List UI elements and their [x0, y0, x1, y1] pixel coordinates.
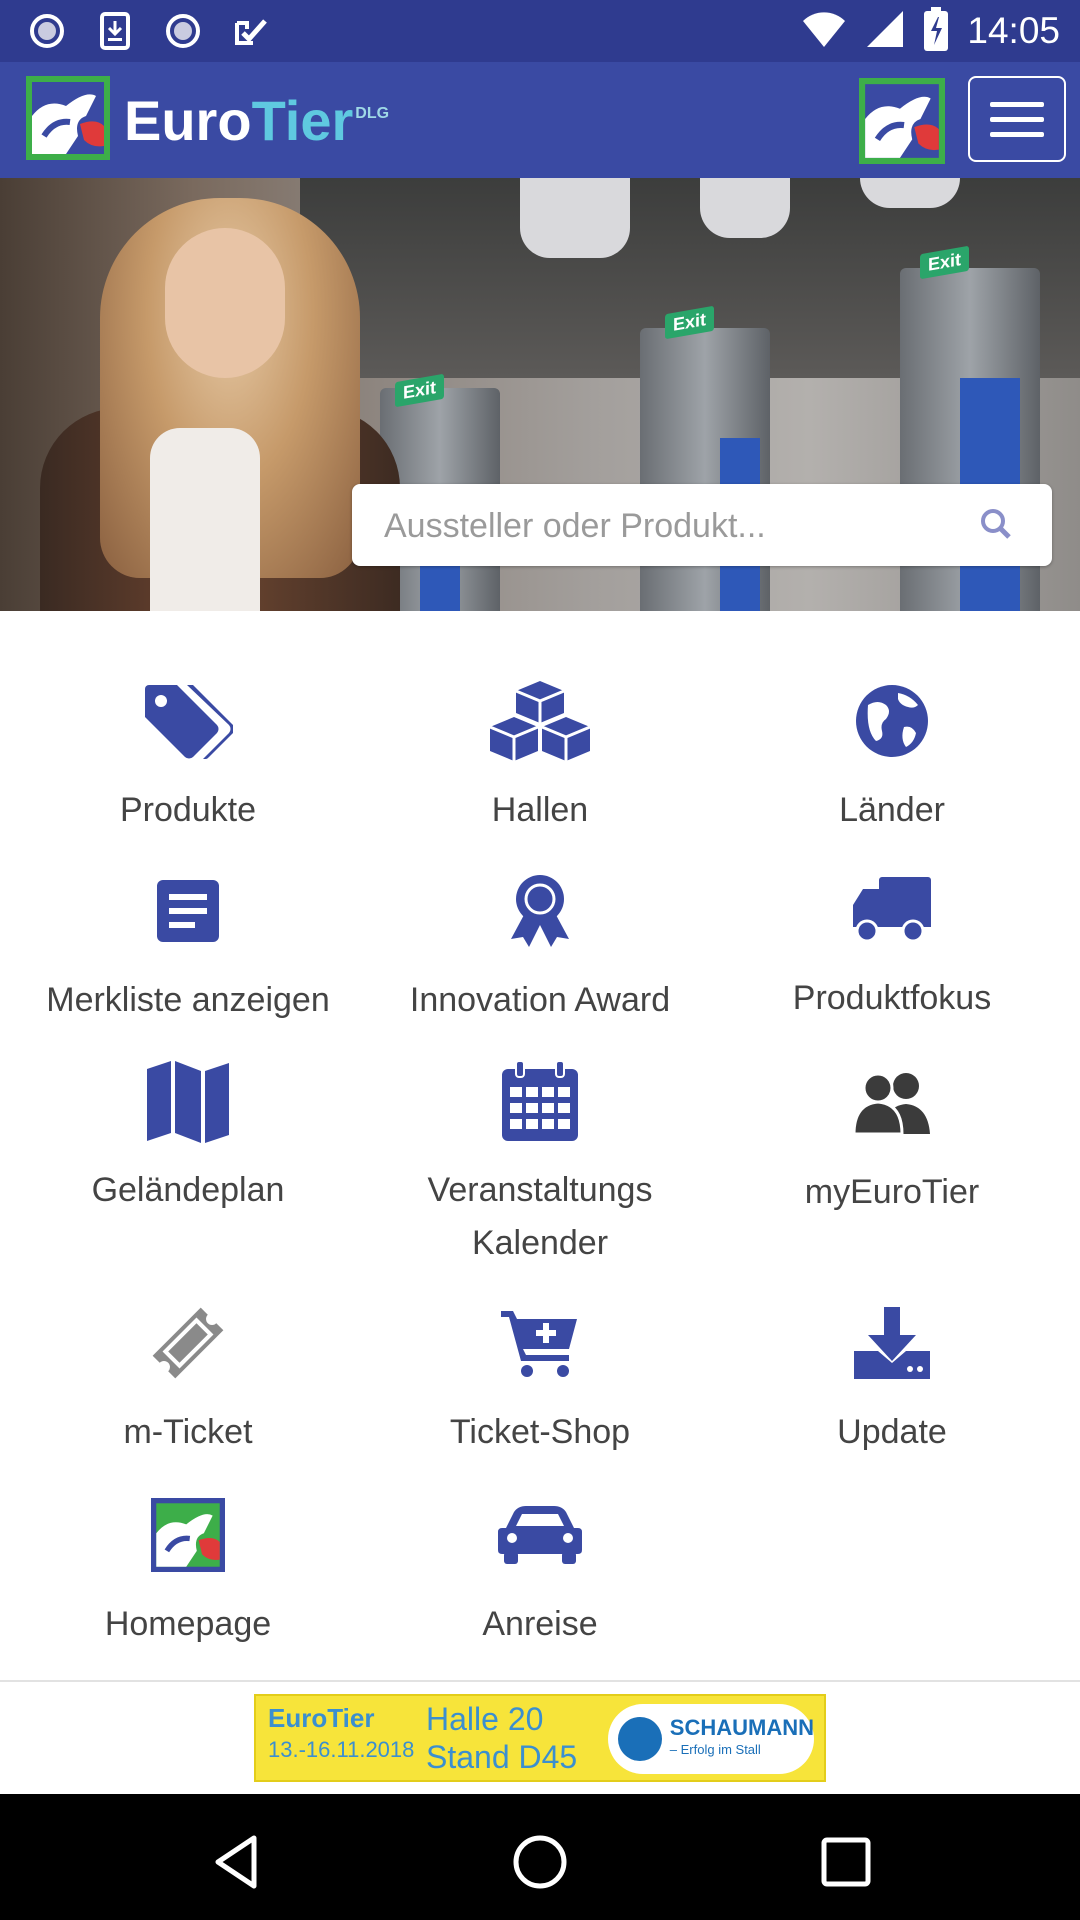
search-bar [352, 484, 1052, 568]
banner-hall: Halle 20 [426, 1701, 544, 1737]
menu-item-label: Produktfokus [792, 979, 992, 1017]
menu-item-produkte[interactable]: Produkte [8, 676, 368, 837]
cart-plus-icon [360, 1298, 720, 1388]
truck-icon [712, 864, 1072, 954]
calendar-icon [360, 1056, 720, 1146]
map-icon [8, 1056, 368, 1146]
clock: 14:05 [967, 10, 1060, 51]
menu-item-label: Innovation Award [409, 981, 671, 1019]
cubes-icon [360, 676, 720, 766]
menu-item-m-ticket[interactable]: m-Ticket [8, 1298, 368, 1459]
menu-item-laender[interactable]: Länder [712, 676, 1072, 837]
divider [0, 1680, 1080, 1682]
menu-item-myeurotier[interactable]: myEuroTier [712, 1058, 1072, 1219]
car-icon [360, 1490, 720, 1580]
menu-item-innovation-award[interactable]: Innovation Award [360, 866, 720, 1027]
menu-item-label: Hallen [491, 791, 589, 829]
record-icon [28, 12, 66, 50]
menu-item-ticket-shop[interactable]: Ticket-Shop [360, 1298, 720, 1459]
dlg-mark: DLG [355, 105, 390, 122]
check-icon [232, 12, 270, 50]
home-icon[interactable] [510, 1832, 570, 1892]
brand[interactable]: EuroTier DLG [26, 76, 389, 165]
search-input[interactable] [382, 484, 946, 568]
record-icon [164, 12, 202, 50]
sponsor-banner[interactable]: EuroTier 13.-16.11.2018 Halle 20 Stand D… [254, 1694, 826, 1782]
menu-item-produktfokus[interactable]: Produktfokus [712, 864, 1072, 1025]
menu-item-anreise[interactable]: Anreise [360, 1490, 720, 1651]
banner-stand: Stand D45 [426, 1739, 578, 1775]
recents-icon[interactable] [816, 1832, 876, 1892]
menu-item-label: Geländeplan [91, 1171, 285, 1209]
menu-bar-icon [990, 101, 1044, 107]
menu-item-veranstaltungs-kalender[interactable]: Veranstaltungs Kalender [360, 1056, 720, 1270]
eurotier-logo-icon [26, 76, 110, 165]
users-icon [712, 1058, 1072, 1148]
menu-item-gelaendeplan[interactable]: Geländeplan [8, 1056, 368, 1217]
ticket-icon [8, 1298, 368, 1388]
menu-item-update[interactable]: Update [712, 1298, 1072, 1459]
menu-item-label: m-Ticket [123, 1413, 253, 1451]
menu-item-label: Ticket-Shop [449, 1413, 631, 1451]
banner-dates: 13.-16.11.2018 [268, 1737, 415, 1762]
tags-icon [8, 676, 368, 766]
wifi-icon [801, 9, 847, 54]
menu-item-label: Veranstaltungs Kalender [427, 1171, 653, 1262]
eurotier-logo-icon[interactable] [858, 78, 946, 169]
menu-item-merkliste[interactable]: Merkliste anzeigen [8, 866, 368, 1027]
sponsor-logo: SCHAUMANN – Erfolg im Stall [608, 1704, 814, 1774]
back-icon[interactable] [206, 1832, 266, 1892]
brand-name: EuroTier DLG [124, 89, 390, 152]
search-icon[interactable] [980, 508, 1014, 542]
signal-icon [865, 9, 905, 54]
menu-item-hallen[interactable]: Hallen [360, 676, 720, 837]
award-icon [360, 866, 720, 956]
sponsor-slogan: – Erfolg im Stall [669, 1742, 761, 1757]
download-icon [712, 1298, 1072, 1388]
download-icon [96, 12, 134, 50]
list-icon [8, 866, 368, 956]
menu-item-label: Update [837, 1413, 947, 1451]
system-navigation-bar [0, 1794, 1080, 1920]
battery-icon [923, 6, 949, 56]
app-header: EuroTier DLG [0, 62, 1080, 178]
eurotier-logo-icon [8, 1490, 368, 1580]
hamburger-menu-button[interactable] [968, 76, 1066, 162]
banner-brand: EuroTier [268, 1703, 375, 1733]
menu-item-label: Anreise [482, 1605, 598, 1643]
menu-item-homepage[interactable]: Homepage [8, 1490, 368, 1651]
menu-item-label: Merkliste anzeigen [46, 981, 330, 1019]
menu-item-label: Länder [839, 791, 945, 829]
sponsor-name: SCHAUMANN [669, 1715, 814, 1740]
menu-bar-icon [990, 131, 1044, 137]
menu-item-label: Homepage [104, 1605, 272, 1643]
menu-item-label: myEuroTier [804, 1173, 980, 1211]
schaumann-logo-icon [618, 1717, 662, 1761]
status-bar: 14:05 [0, 0, 1080, 62]
menu-item-label: Produkte [119, 791, 257, 829]
menu-bar-icon [990, 116, 1044, 122]
globe-icon [712, 676, 1072, 766]
